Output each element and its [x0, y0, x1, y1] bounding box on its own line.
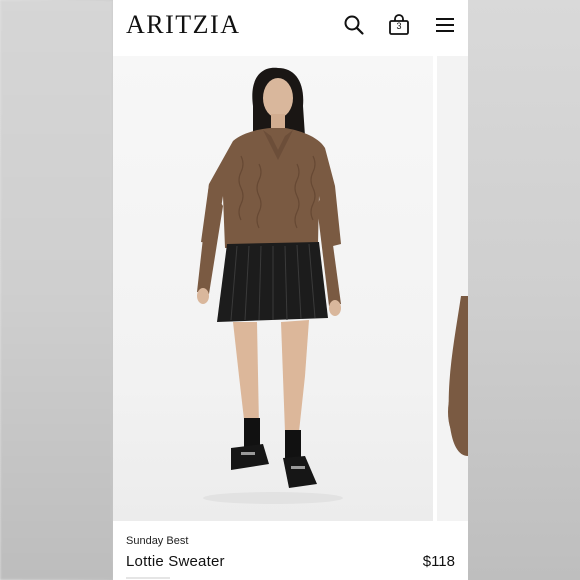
product-name[interactable]: Lottie Sweater	[126, 553, 225, 570]
hamburger-menu-icon	[436, 18, 454, 32]
product-price: $118	[422, 553, 455, 570]
bag-count-badge: 3	[396, 21, 402, 31]
product-brand: Sunday Best	[126, 535, 189, 547]
blurred-background-right	[468, 0, 580, 580]
product-info[interactable]: Sunday Best Lottie Sweater $118	[113, 521, 468, 580]
search-icon	[344, 15, 364, 35]
app-screen: ARITZIA 3 Sunday Best Lottie Sweater $11…	[113, 0, 468, 580]
top-nav-bar: ARITZIA 3	[113, 0, 468, 56]
shopping-bag-button[interactable]: 3	[386, 12, 412, 38]
model-photo	[197, 67, 343, 504]
menu-button[interactable]	[432, 12, 458, 38]
blurred-background-left	[0, 0, 113, 580]
brand-logo[interactable]: ARITZIA	[126, 10, 240, 40]
color-swatch-indicator[interactable]	[126, 577, 170, 579]
next-image-thumbnail	[448, 296, 468, 456]
product-image[interactable]	[113, 56, 433, 521]
search-button[interactable]	[341, 12, 367, 38]
next-image-peek[interactable]	[437, 56, 468, 521]
